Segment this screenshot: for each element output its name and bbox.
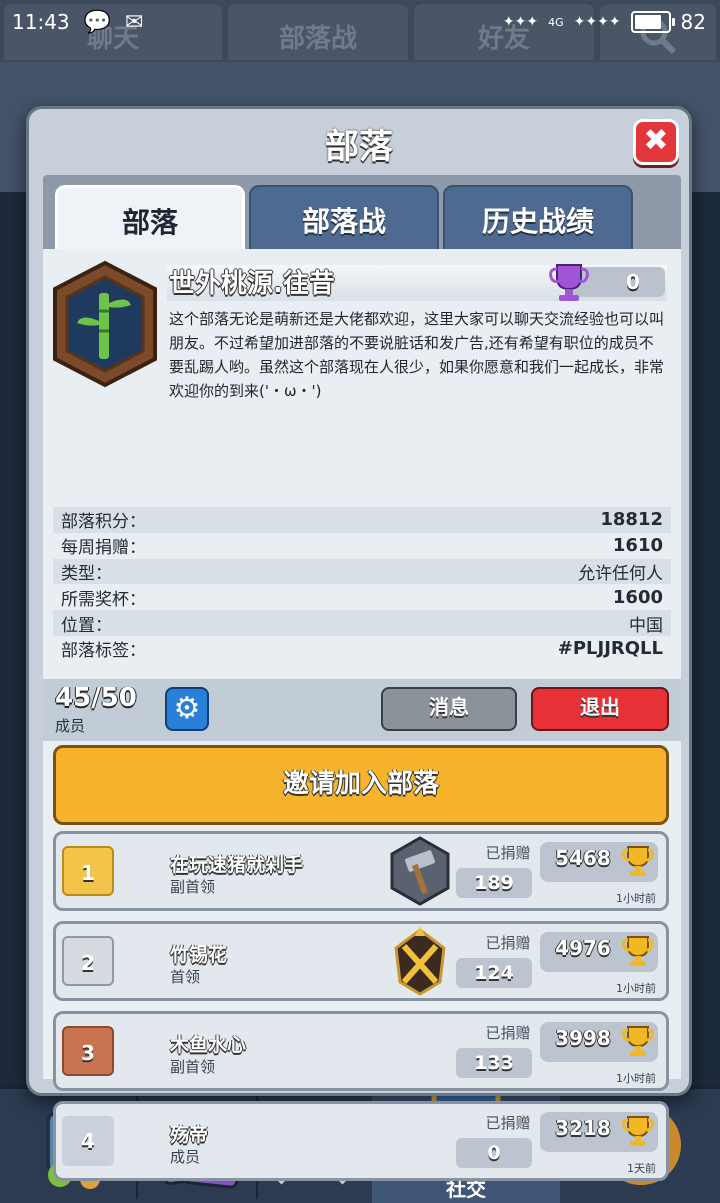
tab-clan-war[interactable]: 部落战: [249, 185, 439, 251]
member-trophies: 5468: [555, 846, 611, 870]
member-row[interactable]: 3 木鱼水心 副首领 已捐赠 133 3998 1小时前: [53, 1011, 669, 1091]
info-value: 中国: [629, 615, 663, 636]
info-value: 1600: [612, 586, 663, 608]
network-type: 4G: [548, 15, 564, 29]
donated-label: 已捐赠: [485, 934, 531, 952]
donated-count: 124: [456, 958, 532, 988]
info-value: 18812: [600, 509, 663, 531]
member-trophies: 3218: [555, 1116, 611, 1140]
member-name: 殇帝: [170, 1124, 209, 1146]
info-label: 位置：: [61, 615, 112, 636]
notification-icon: ✉: [125, 9, 144, 35]
member-role: 副首领: [170, 878, 216, 896]
message-button[interactable]: 消息: [381, 687, 517, 731]
tab-war-history[interactable]: 历史战绩: [443, 185, 633, 251]
info-label: 所需奖杯：: [61, 589, 146, 610]
info-value: 允许任何人: [578, 563, 663, 584]
purple-trophy-icon: [549, 261, 589, 303]
trophy-icon: [622, 1114, 654, 1148]
clan-badge-icon: [49, 259, 161, 389]
invite-button[interactable]: 邀请加入部落: [53, 745, 669, 825]
rank-badge: 3: [62, 1026, 114, 1076]
donated-count: 189: [456, 868, 532, 898]
info-label: 部落积分：: [61, 512, 146, 533]
modal-tabs: 部落 部落战 历史战绩: [43, 175, 681, 251]
clan-settings-button[interactable]: ⚙: [165, 687, 209, 731]
last-seen: 1小时前: [616, 892, 656, 905]
member-row[interactable]: 1 在玩速猪就剁手 副首领 已捐赠 189 5468 1小时前: [53, 831, 669, 911]
member-name: 竹锡花: [170, 944, 228, 966]
member-trophies: 3998: [555, 1026, 611, 1050]
clan-trophy-count: 0: [626, 270, 640, 294]
members-strip: 45/50 成员 ⚙ 消息 退出: [43, 679, 681, 741]
member-label: 成员: [55, 717, 86, 735]
member-name: 在玩速猪就剁手: [170, 854, 304, 876]
clan-modal: 部落 ✖ 部落 部落战 历史战绩 世外桃源.往昔 0 这个部落无论是萌新还是大佬…: [26, 106, 692, 1181]
signal-icon: ✦✦✦✦: [573, 14, 621, 30]
member-count: 45/50: [55, 683, 137, 713]
leader-swords-emblem-icon: [388, 926, 452, 996]
battery-level: 82: [680, 10, 706, 34]
info-label: 类型：: [61, 563, 112, 584]
member-role: 副首领: [170, 1058, 216, 1076]
donated-label: 已捐赠: [485, 844, 531, 862]
modal-title: 部落: [325, 127, 393, 167]
member-role: 首领: [170, 968, 201, 986]
battery-icon: [630, 11, 675, 33]
clan-panel: 世外桃源.往昔 0 这个部落无论是萌新还是大佬都欢迎，这里大家可以聊天交流经验也…: [43, 249, 681, 1181]
member-role: 成员: [170, 1148, 201, 1166]
gear-icon: ⚙: [173, 691, 201, 726]
trophy-icon: [622, 934, 654, 968]
info-row-required-trophies: 所需奖杯： 1600: [53, 584, 671, 610]
chat-bubble-icon: 💬: [83, 9, 112, 35]
clan-description: 这个部落无论是萌新还是大佬都欢迎，这里大家可以聊天交流经验也可以叫朋友。不过希望…: [169, 310, 665, 400]
clock: 11:43: [12, 10, 70, 34]
clan-info-table: 部落积分： 18812 每周捐赠： 1610 类型： 允许任何人 所需奖杯： 1600 …: [53, 507, 671, 662]
wifi-icon: ✦✦✦: [502, 14, 539, 30]
info-row-type: 类型： 允许任何人: [53, 558, 671, 585]
clan-name: 世外桃源.往昔: [169, 269, 335, 299]
info-label: 每周捐赠：: [61, 538, 146, 559]
rank-badge: 2: [62, 936, 114, 986]
rank-badge: 1: [62, 846, 114, 896]
last-seen: 1天前: [627, 1162, 656, 1175]
info-row-clan-tag: 部落标签： #PLJJRQLL: [53, 636, 671, 662]
donated-count: 133: [456, 1048, 532, 1078]
status-bar: 11:43 💬 ✉ ✦✦✦ 4G ✦✦✦✦ 82: [0, 0, 720, 44]
last-seen: 1小时前: [616, 982, 656, 995]
donated-count: 0: [456, 1138, 532, 1168]
info-value: 1610: [612, 535, 663, 557]
last-seen: 1小时前: [616, 1072, 656, 1085]
rank-badge: 4: [62, 1116, 114, 1166]
donated-label: 已捐赠: [485, 1024, 531, 1042]
info-row-weekly-donations: 每周捐赠： 1610: [53, 533, 671, 559]
member-name: 木鱼水心: [170, 1034, 247, 1056]
donated-label: 已捐赠: [485, 1114, 531, 1132]
info-row-clan-score: 部落积分： 18812: [53, 507, 671, 533]
member-row[interactable]: 2 竹锡花 首领 已捐赠 124 4976 1小时前: [53, 921, 669, 1001]
info-value: #PLJJRQLL: [557, 638, 663, 660]
hammer-emblem-icon: [388, 836, 452, 906]
info-row-location: 位置： 中国: [53, 610, 671, 636]
trophy-icon: [622, 844, 654, 878]
tab-clan[interactable]: 部落: [55, 185, 245, 251]
member-row[interactable]: 4 殇帝 成员 已捐赠 0 3218 1天前: [53, 1101, 669, 1181]
exit-button[interactable]: 退出: [531, 687, 669, 731]
trophy-icon: [622, 1024, 654, 1058]
close-button[interactable]: ✖: [633, 119, 679, 165]
info-label: 部落标签：: [61, 641, 146, 662]
member-trophies: 4976: [555, 936, 611, 960]
